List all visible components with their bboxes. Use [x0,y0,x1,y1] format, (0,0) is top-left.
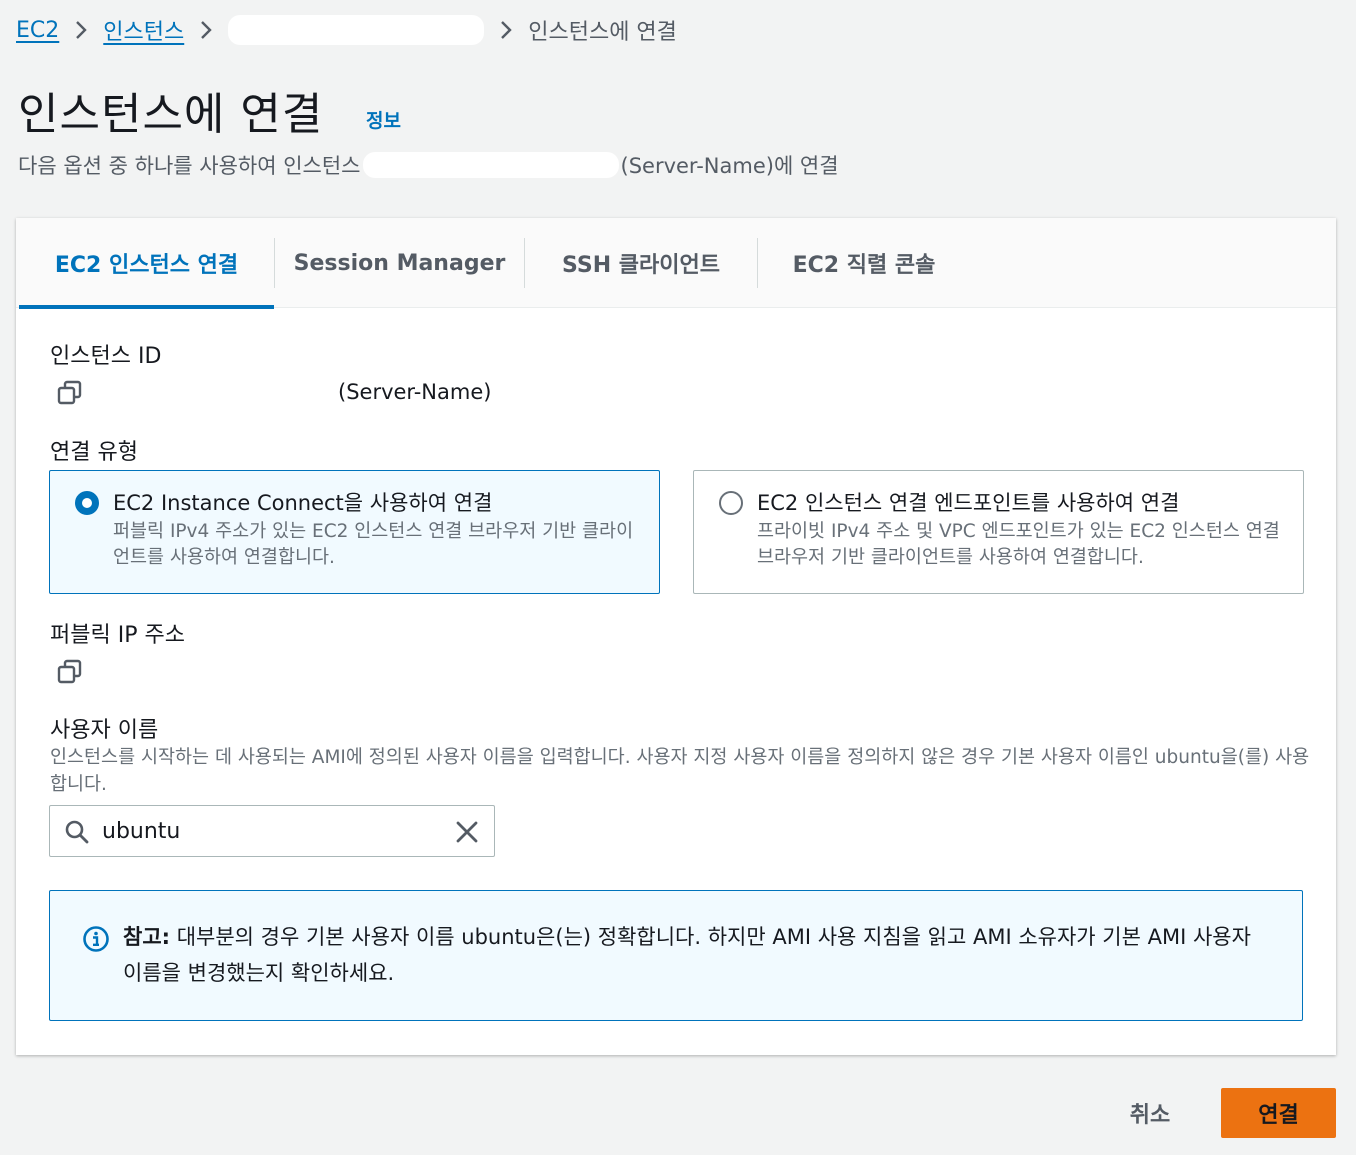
radio-title: EC2 Instance Connect을 사용하여 연결 [113,491,493,515]
username-label: 사용자 이름 [50,718,159,743]
alert-bold-label: 참고: [123,925,171,949]
subtitle-suffix: (Server-Name)에 연결 [620,154,839,178]
username-hint: 인스턴스를 시작하는 데 사용되는 AMI에 정의된 사용자 이름을 입력합니다… [50,747,1310,795]
cancel-button[interactable]: 취소 [1104,1088,1196,1138]
radio-description: 퍼블릭 IPv4 주소가 있는 EC2 인스턴스 연결 브라우저 기반 클라이언… [113,521,634,568]
username-input-wrapper [49,805,495,857]
breadcrumb-instances[interactable]: 인스턴스 [103,14,184,46]
username-input[interactable] [102,814,442,848]
public-ip-label: 퍼블릭 IP 주소 [50,623,185,648]
subtitle-prefix: 다음 옵션 중 하나를 사용하여 인스턴스 [18,154,361,178]
info-link[interactable]: 정보 [366,106,401,133]
chevron-right-icon [484,19,528,41]
breadcrumb-current: 인스턴스에 연결 [528,20,677,45]
copy-icon[interactable] [56,658,84,686]
info-alert: 참고: 대부분의 경우 기본 사용자 이름 ubuntu은(는) 정확합니다. … [49,890,1303,1021]
connection-type-label: 연결 유형 [50,440,138,465]
breadcrumb-instance-id-redacted[interactable] [228,15,485,45]
radio-description: 프라이빗 IPv4 주소 및 VPC 엔드포인트가 있는 EC2 인스턴스 연결… [757,521,1280,568]
radio-button[interactable] [719,491,743,515]
search-icon [65,820,89,844]
radio-card-instance-connect[interactable]: EC2 Instance Connect을 사용하여 연결 퍼블릭 IPv4 주… [49,470,660,594]
alert-text: 참고: 대부분의 경우 기본 사용자 이름 ubuntu은(는) 정확합니다. … [123,919,1273,991]
tab-bar: EC2 인스턴스 연결 Session Manager SSH 클라이언트 EC… [16,218,1336,309]
subtitle-instance-id-redacted [362,152,619,178]
info-icon [83,926,109,952]
page-subtitle: 다음 옵션 중 하나를 사용하여 인스턴스 (Server-Name)에 연결 [18,150,839,180]
tab-ssh-client[interactable]: SSH 클라이언트 [525,218,757,308]
radio-title: EC2 인스턴스 연결 엔드포인트를 사용하여 연결 [757,491,1180,515]
copy-icon[interactable] [56,379,84,407]
tab-ec2-serial-console[interactable]: EC2 직렬 콘솔 [758,218,970,308]
chevron-right-icon [184,19,228,41]
connect-button[interactable]: 연결 [1221,1088,1336,1138]
instance-id-label: 인스턴스 ID [50,344,162,369]
instance-id-value: (Server-Name) [338,380,492,404]
radio-button-selected[interactable] [75,491,99,515]
alert-message: 대부분의 경우 기본 사용자 이름 ubuntu은(는) 정확합니다. 하지만 … [123,925,1251,985]
connect-panel: EC2 인스턴스 연결 Session Manager SSH 클라이언트 EC… [16,218,1336,1055]
breadcrumb: EC2 인스턴스 인스턴스에 연결 [16,12,677,48]
tab-ec2-instance-connect[interactable]: EC2 인스턴스 연결 [19,218,274,309]
clear-icon[interactable] [454,819,480,845]
breadcrumb-ec2[interactable]: EC2 [16,18,59,43]
chevron-right-icon [59,19,103,41]
radio-card-connect-endpoint[interactable]: EC2 인스턴스 연결 엔드포인트를 사용하여 연결 프라이빗 IPv4 주소 … [693,470,1304,594]
tab-session-manager[interactable]: Session Manager [275,218,524,308]
page-title: 인스턴스에 연결 [18,89,324,140]
